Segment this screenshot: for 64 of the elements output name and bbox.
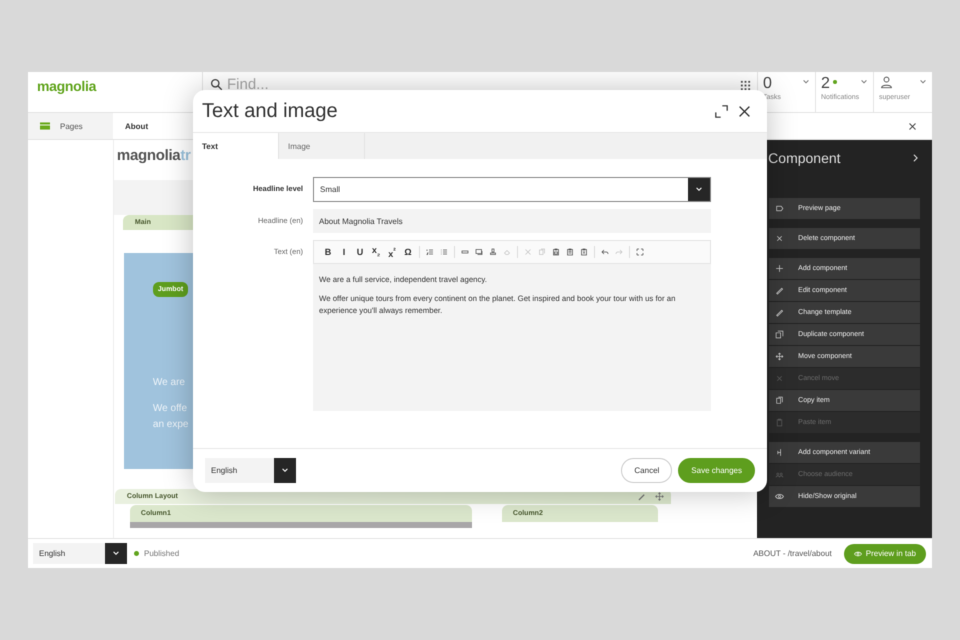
search-icon: [210, 78, 223, 91]
format-button[interactable]: x$_{₂}$: [371, 245, 381, 259]
caret-icon: [802, 79, 810, 85]
logo: magnolia: [37, 78, 96, 94]
caret-icon: [860, 79, 868, 85]
clipboard-icon: [775, 418, 784, 427]
cancel-button[interactable]: Cancel: [621, 458, 672, 483]
status-text: Published: [144, 549, 180, 558]
copy-icon: [775, 396, 784, 405]
bar-icon[interactable]: [461, 248, 469, 256]
pencil-icon: [775, 308, 784, 317]
paste-icon[interactable]: [566, 248, 574, 256]
bulleted-list-icon[interactable]: [440, 248, 448, 256]
close-icon: [775, 234, 784, 243]
jumbotron-text: an expe: [152, 418, 188, 432]
count-value: 0: [763, 75, 772, 93]
window-icon[interactable]: [475, 248, 483, 256]
pencil-icon: [775, 286, 784, 295]
caret-icon: [919, 79, 927, 85]
dialog-tab[interactable]: Image: [279, 133, 365, 159]
app-tab[interactable]: Pages: [28, 113, 113, 139]
numbered-list-icon[interactable]: [426, 248, 434, 256]
site-logo: magnoliatr: [116, 147, 191, 165]
close-icon: [775, 374, 784, 383]
count-value: 2: [821, 75, 830, 93]
eye-icon: [775, 492, 784, 501]
format-button[interactable]: Ω: [403, 247, 413, 257]
search-field[interactable]: Find...: [227, 76, 736, 93]
page-path: ABOUT - /travel/about: [753, 549, 832, 558]
format-button[interactable]: I: [339, 247, 349, 257]
close-icon[interactable]: [738, 104, 751, 118]
status-dot: [134, 551, 139, 556]
paste-icon[interactable]: [580, 248, 588, 256]
close-icon[interactable]: [908, 122, 917, 130]
plus-icon: [775, 264, 784, 273]
dialog-tab[interactable]: Text: [193, 133, 279, 159]
note-icon: [775, 204, 784, 213]
caret-icon: [695, 187, 703, 192]
duplicate-icon: [775, 330, 784, 339]
select-field[interactable]: Small: [313, 177, 711, 202]
pages-icon: [40, 122, 50, 130]
language-select[interactable]: English: [205, 458, 296, 483]
dialog-title: Text and image: [202, 100, 339, 122]
chevron-icon[interactable]: [913, 154, 918, 162]
move-icon[interactable]: [654, 492, 664, 501]
text-field[interactable]: About Magnolia Travels: [313, 209, 711, 233]
jumbotron-text: We offe: [152, 402, 188, 416]
format-button[interactable]: x$^{²}$: [387, 246, 397, 258]
jumbotron-text: We are: [152, 376, 186, 390]
paste-icon[interactable]: [552, 248, 560, 256]
user-icon: [880, 75, 893, 89]
apps-grid-icon[interactable]: [740, 80, 751, 91]
format-button[interactable]: U: [355, 247, 365, 257]
people-icon: [775, 470, 784, 479]
panel-title: Component: [768, 150, 842, 166]
format-button[interactable]: B: [323, 247, 333, 257]
move-icon: [775, 352, 784, 361]
maximize-icon[interactable]: [715, 104, 728, 118]
caret-icon: [281, 468, 289, 473]
undo-icon[interactable]: [601, 248, 609, 256]
eye-icon: [854, 550, 862, 558]
caret-icon: [112, 551, 120, 556]
language-select[interactable]: English: [33, 543, 127, 564]
stamp-icon[interactable]: [489, 248, 497, 256]
